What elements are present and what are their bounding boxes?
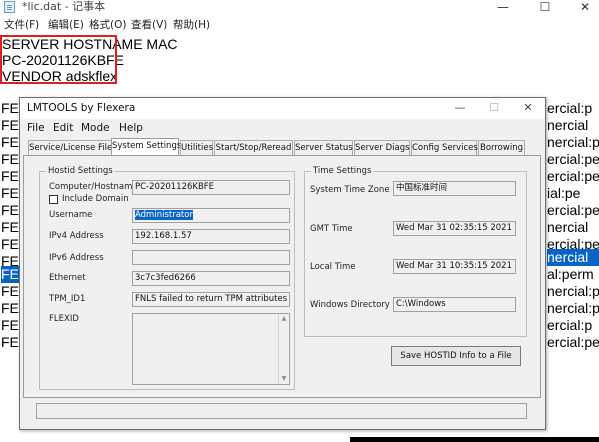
- close-icon[interactable]: ✕: [516, 101, 540, 115]
- maximize-icon[interactable]: ☐: [530, 0, 560, 14]
- close-icon[interactable]: ✕: [570, 0, 599, 14]
- flexid-scrollbar[interactable]: ▲ ▼: [278, 314, 289, 384]
- include-domain-label: Include Domain: [62, 194, 129, 204]
- tab-system-settings[interactable]: System Settings: [111, 138, 181, 156]
- highlight-box: [0, 35, 117, 84]
- gmt-time-label: GMT Time: [310, 224, 353, 234]
- hostid-settings-title: Hostid Settings: [46, 166, 115, 176]
- text-fragment: ercial:pe: [547, 151, 599, 167]
- selected-text-fragment: FEA: [1, 266, 29, 283]
- computer-hostname-label: Computer/Hostname: [49, 182, 138, 192]
- scroll-down-icon[interactable]: ▼: [280, 375, 288, 383]
- ethernet-label: Ethernet: [49, 273, 86, 283]
- menu-edit[interactable]: Edit: [53, 120, 73, 137]
- ipv6-address-label: IPv6 Address: [49, 253, 104, 263]
- menu-help[interactable]: 帮助(H): [173, 17, 210, 34]
- username-field[interactable]: Administrator: [132, 208, 290, 223]
- text-fragment: nercial:pe: [547, 300, 599, 316]
- lmtools-window: LMTOOLS by Flexera — ☐ ✕ File Edit Mode …: [19, 97, 546, 430]
- selected-text-fragment: nercial: [547, 249, 599, 266]
- text-fragment: ercial:p: [547, 317, 593, 333]
- menu-help[interactable]: Help: [119, 120, 143, 137]
- notepad-menubar: 文件(F) 编辑(E) 格式(O) 查看(V) 帮助(H): [0, 17, 599, 34]
- local-time-field[interactable]: Wed Mar 31 10:35:15 2021: [393, 259, 516, 274]
- status-bar: [36, 403, 527, 419]
- system-time-zone-label: System Time Zone: [310, 185, 390, 195]
- text-fragment: ercial:p: [547, 100, 593, 116]
- notepad-app-icon: [4, 1, 15, 13]
- notepad-window-title: *lic.dat - 记事本: [22, 0, 106, 13]
- username-label: Username: [49, 210, 93, 220]
- lmtools-titlebar[interactable]: LMTOOLS by Flexera — ☐ ✕: [20, 98, 545, 119]
- windows-directory-label: Windows Directory: [310, 300, 390, 310]
- menu-file[interactable]: 文件(F): [4, 17, 39, 34]
- menu-view[interactable]: 查看(V): [131, 17, 167, 34]
- local-time-label: Local Time: [310, 262, 356, 272]
- flexid-label: FLEXID: [49, 314, 79, 324]
- minimize-icon[interactable]: —: [448, 101, 472, 115]
- ipv4-address-field[interactable]: 192.168.1.57: [132, 229, 290, 244]
- text-fragment: ial:pe: [547, 185, 581, 201]
- flexid-listbox[interactable]: ▲ ▼: [132, 313, 290, 385]
- tab-service-license-file[interactable]: Service/License File: [28, 140, 112, 155]
- menu-format[interactable]: 格式(O): [89, 17, 126, 34]
- tab-borrowing[interactable]: Borrowing: [478, 140, 525, 155]
- tab-server-diags[interactable]: Server Diags: [354, 140, 410, 155]
- computer-hostname-field[interactable]: PC-20201126KBFE: [132, 180, 290, 195]
- text-fragment: ercial:pe: [547, 202, 599, 218]
- lmtools-window-title: LMTOOLS by Flexera: [27, 102, 136, 114]
- minimize-icon[interactable]: —: [488, 0, 518, 14]
- taskbar-edge: [350, 437, 599, 442]
- tpm-id-field[interactable]: FNLS failed to return TPM attributes: [132, 292, 290, 307]
- tab-utilities[interactable]: Utilities: [180, 140, 213, 155]
- text-fragment: ercial:pe: [547, 168, 599, 184]
- text-fragment: nercial:p: [547, 283, 599, 299]
- scroll-up-icon[interactable]: ▲: [280, 315, 288, 323]
- username-value: Administrator: [135, 210, 193, 220]
- gmt-time-field[interactable]: Wed Mar 31 02:35:15 2021: [393, 221, 516, 236]
- ethernet-field[interactable]: 3c7c3fed6266: [132, 271, 290, 286]
- ipv6-address-field[interactable]: [132, 250, 290, 265]
- text-fragment: nercial: [547, 117, 589, 133]
- notepad-titlebar[interactable]: *lic.dat - 记事本 — ☐ ✕: [0, 0, 599, 14]
- ipv4-address-label: IPv4 Address: [49, 231, 104, 241]
- include-domain-checkbox[interactable]: [49, 195, 58, 204]
- time-settings-title: Time Settings: [311, 166, 374, 176]
- tpm-id-label: TPM_ID1: [49, 294, 86, 304]
- tab-start-stop-reread[interactable]: Start/Stop/Reread: [214, 140, 293, 155]
- text-fragment: nercial:pe: [547, 134, 599, 150]
- windows-directory-field[interactable]: C:\Windows: [393, 297, 516, 312]
- save-hostid-button[interactable]: Save HOSTID Info to a File: [391, 346, 521, 366]
- tab-config-services[interactable]: Config Services: [411, 140, 478, 155]
- menu-mode[interactable]: Mode: [81, 120, 110, 137]
- maximize-icon[interactable]: ☐: [482, 101, 506, 115]
- text-fragment: al:perm: [547, 266, 594, 282]
- menu-edit[interactable]: 编辑(E): [48, 17, 84, 34]
- lmtools-menubar: File Edit Mode Help: [20, 120, 545, 137]
- menu-file[interactable]: File: [27, 120, 45, 137]
- system-time-zone-field[interactable]: 中国标准时间: [393, 181, 516, 196]
- tab-server-status[interactable]: Server Status: [294, 140, 353, 155]
- text-fragment: ercial:pe: [547, 334, 599, 350]
- text-fragment: nercial: [547, 219, 589, 235]
